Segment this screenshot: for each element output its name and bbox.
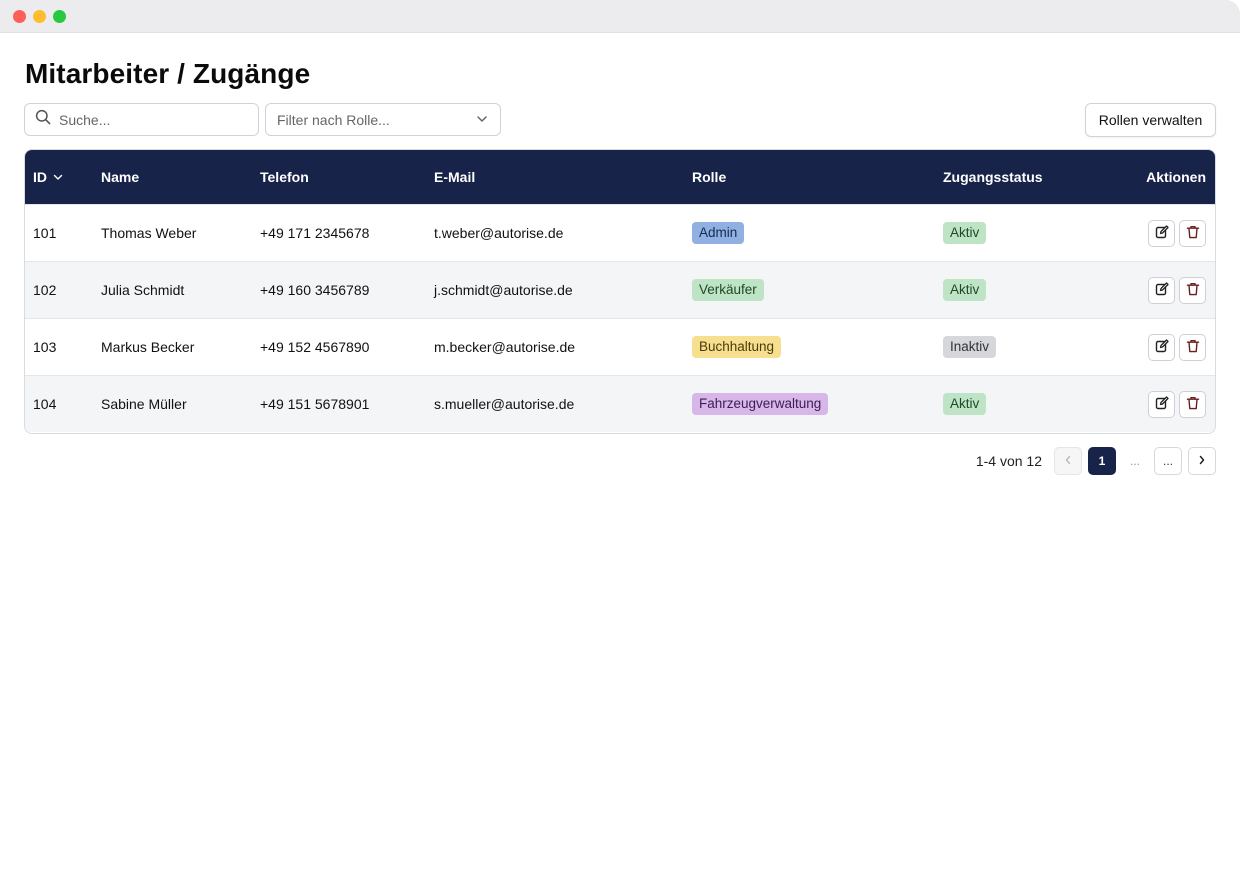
chevron-left-icon — [1064, 454, 1072, 468]
trash-icon — [1186, 396, 1200, 413]
page-title: Mitarbeiter / Zugänge — [25, 58, 311, 89]
role-badge: Buchhaltung — [692, 336, 782, 358]
edit-icon — [1155, 224, 1169, 242]
table-row[interactable]: 101 Thomas Weber +49 171 2345678 t.weber… — [25, 204, 1215, 261]
next-page-button[interactable] — [1188, 447, 1216, 475]
page-button-current[interactable]: 1 — [1088, 447, 1116, 475]
trash-icon — [1186, 225, 1200, 242]
row-name: Julia Schmidt — [101, 282, 185, 298]
edit-button[interactable] — [1148, 276, 1175, 304]
delete-button[interactable] — [1179, 390, 1206, 418]
column-header-status[interactable]: Zugangsstatus — [943, 150, 1043, 204]
delete-button[interactable] — [1179, 333, 1206, 361]
role-badge: Admin — [692, 222, 745, 244]
row-id: 103 — [33, 339, 57, 355]
search-box[interactable] — [24, 103, 259, 136]
column-header-id[interactable]: ID — [33, 150, 63, 204]
row-phone: +49 160 3456789 — [260, 282, 370, 298]
table-header-row: ID Name Telefon E-Mail Rolle Zugangsstat… — [25, 150, 1215, 204]
maximize-window-button[interactable] — [53, 10, 66, 23]
row-phone: +49 171 2345678 — [260, 225, 370, 241]
search-input[interactable] — [59, 111, 239, 128]
delete-button[interactable] — [1179, 219, 1206, 247]
column-header-name[interactable]: Name — [101, 150, 139, 204]
status-badge: Aktiv — [943, 222, 987, 244]
status-badge: Inaktiv — [943, 336, 997, 358]
row-phone: +49 152 4567890 — [260, 339, 370, 355]
edit-icon — [1155, 338, 1169, 356]
column-header-phone[interactable]: Telefon — [260, 150, 309, 204]
edit-button[interactable] — [1148, 390, 1175, 418]
role-filter-select[interactable]: Filter nach Rolle... — [265, 103, 501, 136]
role-badge: Verkäufer — [692, 279, 764, 301]
row-email: m.becker@autorise.de — [434, 339, 576, 355]
pagination: 1-4 von 12 1 ... ... — [976, 447, 1216, 475]
manage-roles-button[interactable]: Rollen verwalten — [1085, 103, 1216, 137]
close-window-button[interactable] — [13, 10, 26, 23]
row-email: s.mueller@autorise.de — [434, 396, 575, 412]
minimize-window-button[interactable] — [33, 10, 46, 23]
pagination-ellipsis: ... — [1129, 454, 1140, 468]
edit-icon — [1155, 395, 1169, 413]
row-name: Thomas Weber — [101, 225, 197, 241]
status-badge: Aktiv — [943, 279, 987, 301]
edit-button[interactable] — [1148, 333, 1175, 361]
column-header-role[interactable]: Rolle — [692, 150, 726, 204]
role-filter-placeholder: Filter nach Rolle... — [277, 111, 390, 128]
row-id: 104 — [33, 396, 57, 412]
trash-icon — [1186, 282, 1200, 299]
row-email: t.weber@autorise.de — [434, 225, 564, 241]
column-header-email[interactable]: E-Mail — [434, 150, 475, 204]
table-row[interactable]: 104 Sabine Müller +49 151 5678901 s.muel… — [25, 375, 1215, 432]
chevron-right-icon — [1198, 454, 1206, 468]
status-badge: Aktiv — [943, 393, 987, 415]
prev-page-button[interactable] — [1054, 447, 1082, 475]
edit-button[interactable] — [1148, 219, 1175, 247]
row-phone: +49 151 5678901 — [260, 396, 370, 412]
edit-icon — [1155, 281, 1169, 299]
delete-button[interactable] — [1179, 276, 1206, 304]
row-email: j.schmidt@autorise.de — [434, 282, 573, 298]
employees-table: ID Name Telefon E-Mail Rolle Zugangsstat… — [24, 149, 1216, 434]
table-row[interactable]: 103 Markus Becker +49 152 4567890 m.beck… — [25, 318, 1215, 375]
column-header-id-label: ID — [33, 169, 47, 185]
role-badge: Fahrzeugverwaltung — [692, 393, 829, 415]
pagination-info: 1-4 von 12 — [975, 453, 1042, 469]
chevron-down-icon — [476, 112, 488, 128]
row-id: 101 — [33, 225, 57, 241]
row-name: Markus Becker — [101, 339, 195, 355]
more-pages-button[interactable]: ... — [1154, 447, 1182, 475]
row-id: 102 — [33, 282, 57, 298]
row-name: Sabine Müller — [101, 396, 187, 412]
search-icon — [35, 109, 51, 130]
sort-chevron-down-icon — [53, 169, 63, 185]
trash-icon — [1186, 339, 1200, 356]
window-title-bar — [0, 0, 1240, 33]
table-row[interactable]: 102 Julia Schmidt +49 160 3456789 j.schm… — [25, 261, 1215, 318]
column-header-actions: Aktionen — [1146, 169, 1206, 185]
